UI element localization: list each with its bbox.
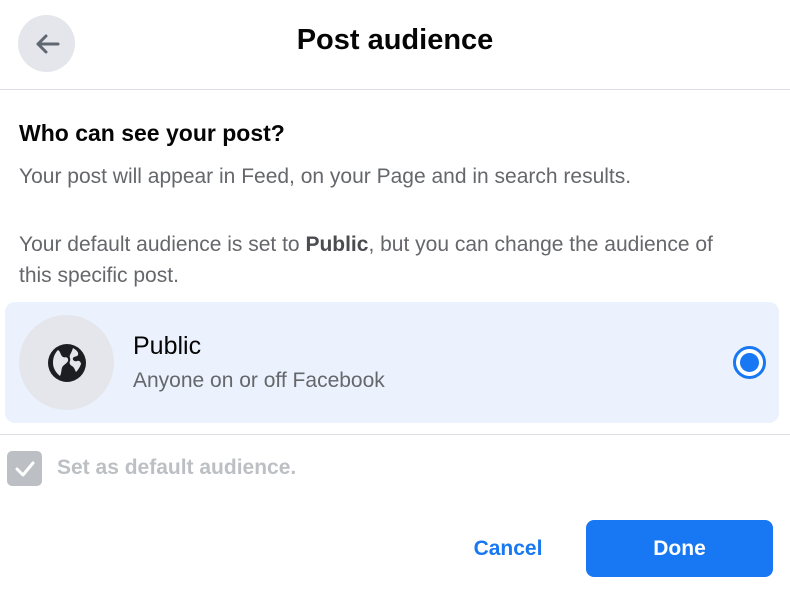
option-radio[interactable] xyxy=(733,346,766,379)
section-divider xyxy=(0,434,790,435)
option-subtitle: Anyone on or off Facebook xyxy=(133,369,385,392)
default-note-bold: Public xyxy=(305,233,369,256)
default-note-prefix: Your default audience is set to xyxy=(19,233,306,256)
default-audience-checkbox[interactable] xyxy=(7,451,42,486)
dialog-header: Post audience xyxy=(0,0,790,90)
done-button[interactable]: Done xyxy=(586,520,773,577)
default-audience-note: Your default audience is set to Public, … xyxy=(19,229,739,291)
audience-option-public[interactable]: Public Anyone on or off Facebook xyxy=(5,302,779,423)
cancel-button[interactable]: Cancel xyxy=(449,521,567,576)
default-audience-label: Set as default audience. xyxy=(57,456,297,479)
audience-description: Your post will appear in Feed, on your P… xyxy=(19,165,632,188)
globe-icon xyxy=(47,343,86,382)
option-title: Public xyxy=(133,332,202,360)
radio-selected-dot xyxy=(740,353,759,372)
post-audience-dialog: Post audience Who can see your post? You… xyxy=(0,0,790,590)
checkmark-icon xyxy=(15,461,34,476)
dialog-title: Post audience xyxy=(296,24,494,56)
option-icon-circle xyxy=(19,315,114,410)
audience-question: Who can see your post? xyxy=(19,120,285,146)
